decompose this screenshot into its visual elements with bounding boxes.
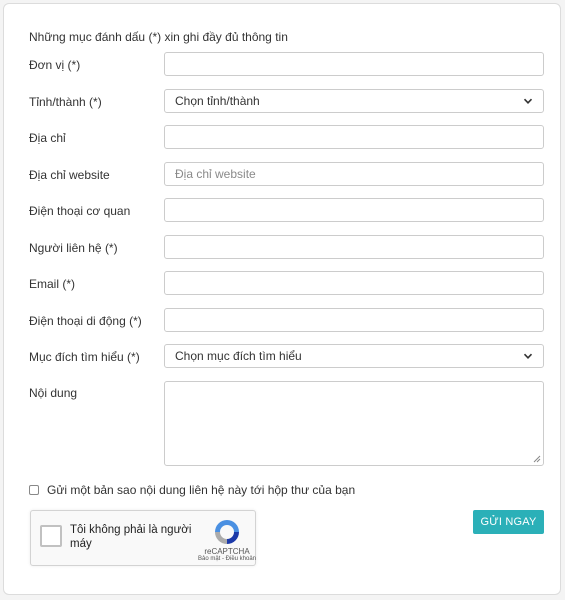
copy-checkbox[interactable]: [29, 485, 39, 495]
label-website: Địa chỉ website: [29, 168, 110, 182]
muc-dich-select-value: Chọn mục đích tìm hiểu: [175, 349, 302, 363]
copy-option-row: Gửi một bản sao nội dung liên hệ này tới…: [29, 483, 355, 497]
chevron-down-icon: [523, 353, 533, 359]
website-input[interactable]: [164, 162, 544, 186]
recaptcha-checkbox[interactable]: [40, 525, 62, 547]
recaptcha-text: Tôi không phải là người máy: [70, 524, 192, 550]
label-email: Email (*): [29, 277, 76, 291]
contact-form-card: Những mục đánh dấu (*) xin ghi đầy đủ th…: [3, 3, 561, 595]
chevron-down-icon: [523, 98, 533, 104]
label-dien-thoai-co-quan: Điện thoại cơ quan: [29, 204, 131, 218]
recaptcha-widget: Tôi không phải là người máy reCAPTCHA Bả…: [30, 510, 256, 566]
tinh-thanh-select[interactable]: Chọn tỉnh/thành: [164, 89, 544, 113]
label-noi-dung: Nội dung: [29, 386, 78, 400]
don-vi-input[interactable]: [164, 52, 544, 76]
label-muc-dich: Mục đích tìm hiểu (*): [29, 350, 140, 364]
tinh-thanh-select-value: Chọn tỉnh/thành: [175, 94, 260, 108]
muc-dich-select[interactable]: Chọn mục đích tìm hiểu: [164, 344, 544, 368]
email-input[interactable]: [164, 271, 544, 295]
recaptcha-logo-icon: [215, 520, 239, 544]
resize-handle-icon[interactable]: [533, 455, 541, 463]
label-di-dong: Điện thoại di động (*): [29, 314, 142, 328]
label-nguoi-lien-he: Người liên hệ (*): [29, 241, 118, 255]
label-tinh-thanh: Tỉnh/thành (*): [29, 95, 102, 109]
noi-dung-textarea[interactable]: [164, 381, 544, 466]
nguoi-lien-he-input[interactable]: [164, 235, 544, 259]
di-dong-input[interactable]: [164, 308, 544, 332]
recaptcha-brand: reCAPTCHA: [204, 547, 250, 556]
recaptcha-links[interactable]: Bảo mật - Điều khoản: [189, 556, 265, 562]
copy-checkbox-label: Gửi một bản sao nội dung liên hệ này tới…: [47, 483, 356, 497]
dia-chi-input[interactable]: [164, 125, 544, 149]
label-dia-chi: Địa chỉ: [29, 131, 66, 145]
dien-thoai-co-quan-input[interactable]: [164, 198, 544, 222]
submit-button[interactable]: GỬI NGAY: [473, 510, 544, 534]
label-don-vi: Đơn vị (*): [29, 58, 81, 72]
required-note: Những mục đánh dấu (*) xin ghi đầy đủ th…: [29, 30, 288, 44]
